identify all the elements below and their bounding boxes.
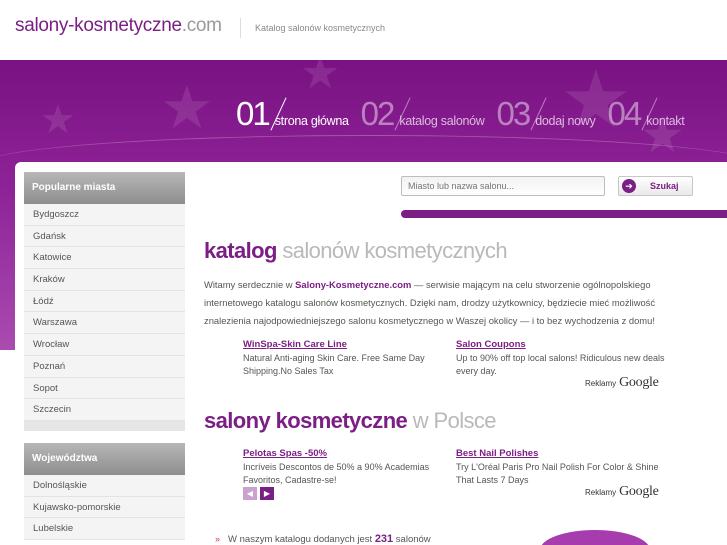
nav-number: 04 xyxy=(607,95,643,132)
nav-number: 03 xyxy=(496,95,532,132)
ad-text: Natural Anti-aging Skin Care. Free Same … xyxy=(243,353,425,376)
google-wordmark: Google xyxy=(619,484,659,499)
nav-label: kontakt xyxy=(646,114,685,128)
ad-title-link[interactable]: Best Nail Polishes xyxy=(456,447,666,460)
double-arrow-icon: » xyxy=(215,534,221,544)
ad-pager: ◀ ▶ xyxy=(243,487,277,500)
ads-by-google[interactable]: Reklamy Google xyxy=(585,484,659,500)
region-link[interactable]: Dolnośląskie xyxy=(24,474,185,497)
chevron-left-icon[interactable]: ◀ xyxy=(243,487,257,500)
city-link[interactable]: Wrocław xyxy=(24,334,185,356)
chevron-right-icon[interactable]: ▶ xyxy=(260,487,274,500)
page: salony-kosmetyczne.com Katalog salonów k… xyxy=(0,0,727,545)
city-link[interactable]: Łódź xyxy=(24,290,185,313)
city-link[interactable]: Katowice xyxy=(24,247,185,270)
intro-pre: Witamy serdecznie w xyxy=(204,279,296,290)
catalog-heading: katalog salonów kosmetycznych xyxy=(204,238,508,264)
ad-block: WinSpa-Skin Care Line Natural Anti-aging… xyxy=(243,338,453,378)
site-logo[interactable]: salony-kosmetyczne.com xyxy=(15,15,222,37)
city-link[interactable]: Warszawa xyxy=(24,312,185,335)
ad-text: Incríveis Descontos de 50% a 90% Academi… xyxy=(243,462,430,485)
tagline-divider xyxy=(240,18,241,38)
nav-home[interactable]: 01 strona główna xyxy=(236,95,349,132)
search-input[interactable] xyxy=(401,176,605,196)
nav-add-new[interactable]: 03 dodaj nowy xyxy=(496,95,596,132)
intro-site-name: Salony-Kosmetyczne.com xyxy=(295,279,412,290)
ad-title-link[interactable]: WinSpa-Skin Care Line xyxy=(243,338,453,351)
top-bar: salony-kosmetyczne.com Katalog salonów k… xyxy=(0,0,727,60)
google-wordmark: Google xyxy=(619,375,659,390)
tagline: Katalog salonów kosmetycznych xyxy=(255,23,386,33)
stat-post: salonów xyxy=(393,534,431,545)
heading-bold: katalog xyxy=(204,238,277,263)
decor-star: ★ xyxy=(160,74,214,141)
ad-block: Pelotas Spas -50% Incríveis Descontos de… xyxy=(243,447,453,487)
salon-count: 231 xyxy=(374,533,394,545)
decor-star: ★ xyxy=(40,98,76,142)
intro-text: Witamy serdecznie w Salony-Kosmetyczne.c… xyxy=(204,276,686,330)
city-link[interactable]: Poznań xyxy=(24,355,185,378)
logo-tld: .com xyxy=(181,15,222,36)
heading-bold: salony kosmetyczne xyxy=(204,408,408,433)
regions-box: Województwa Dolnośląskie Kujawsko-pomors… xyxy=(24,442,185,540)
search-button-label: Szukaj xyxy=(650,181,679,191)
stat-pre: W naszym katalogu dodanych jest xyxy=(228,534,375,545)
salons-heading: salony kosmetyczne w Polsce xyxy=(204,408,497,434)
sidebar: Popularne miasta Bydgoszcz Gdańsk Katowi… xyxy=(24,172,185,545)
ad-title-link[interactable]: Pelotas Spas -50% xyxy=(243,447,453,460)
popular-cities-title: Popularne miasta xyxy=(24,172,185,204)
accent-bar xyxy=(401,210,727,218)
reklamy-label: Reklamy xyxy=(585,379,617,388)
region-link[interactable]: Lubelskie xyxy=(24,518,185,540)
ad-block: Best Nail Polishes Try L'Oréal Paris Pro… xyxy=(456,447,666,487)
ads-by-google[interactable]: Reklamy Google xyxy=(585,375,659,391)
nav-number: 02 xyxy=(360,95,396,132)
regions-title: Województwa xyxy=(24,442,185,475)
nav-number: 01 xyxy=(236,95,271,132)
nav-label: dodaj nowy xyxy=(535,114,596,128)
nav-label: katalog salonów xyxy=(399,114,485,128)
logo-main: salony-kosmetyczne xyxy=(15,15,182,36)
salon-count-line: » W naszym katalogu dodanych jest 231 sal… xyxy=(215,533,431,545)
search-arrow-icon: ➔ xyxy=(622,179,636,193)
search-button[interactable]: ➔ Szukaj xyxy=(618,176,693,196)
nav-label: strona główna xyxy=(274,114,349,128)
reklamy-label: Reklamy xyxy=(585,488,617,497)
popular-cities-box: Popularne miasta Bydgoszcz Gdańsk Katowi… xyxy=(24,172,185,431)
heading-rest: salonów kosmetycznych xyxy=(276,238,507,263)
heading-rest: w Polsce xyxy=(407,408,497,433)
city-link[interactable]: Kraków xyxy=(24,269,185,291)
city-link[interactable]: Bydgoszcz xyxy=(24,204,185,226)
nav-catalog[interactable]: 02 katalog salonów xyxy=(360,95,485,132)
city-link[interactable]: Sopot xyxy=(24,377,185,400)
city-link[interactable]: Szczecin xyxy=(24,399,185,421)
nav-contact[interactable]: 04 kontakt xyxy=(607,95,685,132)
main-nav: 01 strona główna 02 katalog salonów 03 d… xyxy=(236,90,696,130)
region-link[interactable]: Kujawsko-pomorskie xyxy=(24,496,185,519)
box-footer xyxy=(24,420,185,431)
city-link[interactable]: Gdańsk xyxy=(24,225,185,248)
ad-block: Salon Coupons Up to 90% off top local sa… xyxy=(456,338,666,378)
ad-title-link[interactable]: Salon Coupons xyxy=(456,338,666,351)
